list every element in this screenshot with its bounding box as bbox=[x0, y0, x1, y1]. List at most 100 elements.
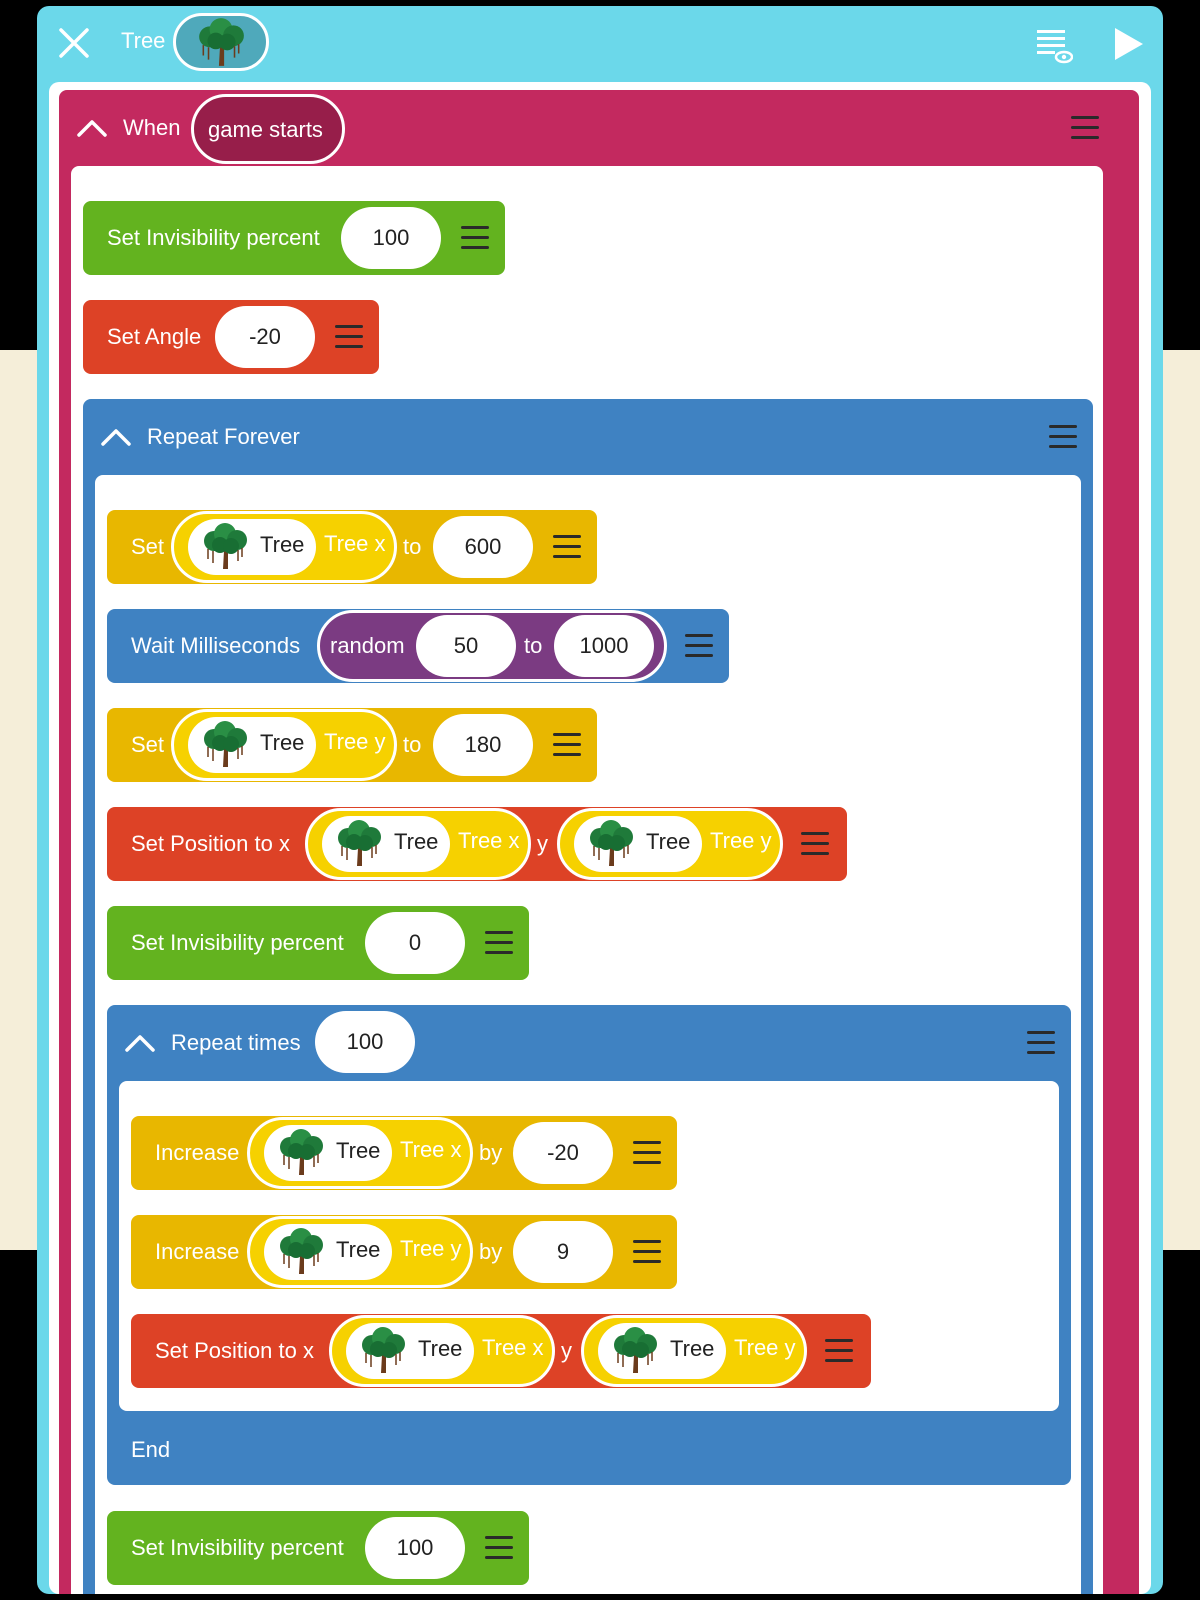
variable-name: Tree x bbox=[482, 1335, 544, 1360]
menu-icon[interactable] bbox=[633, 1141, 661, 1165]
trigger-label: game starts bbox=[208, 117, 323, 142]
block-label: Set Invisibility percent bbox=[107, 225, 320, 250]
menu-icon[interactable] bbox=[633, 1240, 661, 1264]
value-field[interactable]: -20 bbox=[513, 1122, 613, 1184]
repeat-times-body: Increase Tree Tree x by -20 Increase Tre… bbox=[119, 1081, 1059, 1411]
when-body: Set Invisibility percent 100 Set Angle -… bbox=[71, 166, 1103, 1594]
y-label: y bbox=[537, 831, 548, 856]
tree-icon bbox=[276, 1228, 326, 1274]
variable-name: Tree x bbox=[458, 828, 520, 853]
menu-icon[interactable] bbox=[485, 931, 513, 955]
menu-icon[interactable] bbox=[485, 1536, 513, 1560]
repeat-times-block[interactable]: Repeat times 100 Increase Tree Tree x by… bbox=[107, 1005, 1071, 1485]
increase-variable-block[interactable]: Increase Tree Tree x by -20 bbox=[131, 1116, 677, 1190]
variable-pill[interactable]: Tree Tree x bbox=[305, 808, 531, 880]
block-label: Repeat Forever bbox=[147, 424, 300, 449]
random-pill[interactable]: random 50 to 1000 bbox=[317, 610, 667, 682]
set-angle-block[interactable]: Set Angle -20 bbox=[83, 300, 379, 374]
variable-pill[interactable]: Tree Tree y bbox=[557, 808, 783, 880]
repeat-forever-block[interactable]: Repeat Forever Set Tree Tree x to 600 Wa… bbox=[83, 399, 1093, 1594]
min-field[interactable]: 50 bbox=[416, 615, 516, 677]
to-label: to bbox=[403, 732, 422, 757]
object-name: Tree bbox=[260, 730, 305, 755]
object-name: Tree bbox=[336, 1237, 381, 1262]
menu-icon[interactable] bbox=[335, 325, 363, 349]
variable-name: Tree y bbox=[324, 729, 386, 754]
menu-icon[interactable] bbox=[825, 1339, 853, 1363]
menu-icon[interactable] bbox=[685, 634, 713, 658]
value-field[interactable]: 180 bbox=[433, 714, 533, 776]
code-area: When game starts Set Invisibility percen… bbox=[49, 82, 1151, 1594]
wait-block[interactable]: Wait Milliseconds random 50 to 1000 bbox=[107, 609, 729, 683]
variable-pill[interactable]: Tree Tree x bbox=[171, 511, 397, 583]
menu-icon[interactable] bbox=[1071, 116, 1099, 140]
block-label: Repeat times bbox=[171, 1030, 301, 1055]
to-label: to bbox=[403, 534, 422, 559]
set-invisibility-block[interactable]: Set Invisibility percent 100 bbox=[107, 1511, 529, 1585]
variable-pill[interactable]: Tree Tree x bbox=[247, 1117, 473, 1189]
block-label: Set Invisibility percent bbox=[131, 930, 344, 955]
menu-icon[interactable] bbox=[801, 832, 829, 856]
menu-icon[interactable] bbox=[553, 733, 581, 757]
end-label: End bbox=[131, 1437, 171, 1462]
when-label: When bbox=[123, 115, 181, 140]
variable-pill[interactable]: Tree Tree y bbox=[171, 709, 397, 781]
block-label: Set bbox=[131, 534, 165, 559]
variable-name: Tree y bbox=[400, 1236, 462, 1261]
value-field[interactable]: -20 bbox=[215, 306, 315, 368]
collapse-chevron-icon[interactable] bbox=[77, 119, 107, 137]
block-label: Set Angle bbox=[107, 324, 202, 349]
menu-icon[interactable] bbox=[553, 535, 581, 559]
value-field[interactable]: 0 bbox=[365, 912, 465, 974]
variable-name: Tree y bbox=[734, 1335, 796, 1360]
trigger-dropdown[interactable]: game starts bbox=[191, 94, 345, 164]
menu-icon[interactable] bbox=[461, 226, 489, 250]
random-label: random bbox=[330, 633, 405, 658]
variable-pill[interactable]: Tree Tree x bbox=[329, 1315, 555, 1387]
variable-pill[interactable]: Tree Tree y bbox=[247, 1216, 473, 1288]
block-label: Set Position to x bbox=[131, 831, 290, 856]
script-editor-panel: Tree When game starts Set Invisibility p… bbox=[37, 6, 1163, 1594]
variable-name: Tree y bbox=[710, 828, 772, 853]
variable-pill[interactable]: Tree Tree y bbox=[581, 1315, 807, 1387]
value-field[interactable]: 600 bbox=[433, 516, 533, 578]
tree-icon bbox=[200, 523, 250, 569]
object-name: Tree bbox=[260, 532, 305, 557]
block-label: Set Position to x bbox=[155, 1338, 314, 1363]
object-name: Tree bbox=[646, 829, 691, 854]
value-field[interactable]: 100 bbox=[341, 207, 441, 269]
set-variable-block[interactable]: Set Tree Tree x to 600 bbox=[107, 510, 597, 584]
block-label: Increase bbox=[155, 1239, 240, 1264]
tree-icon bbox=[586, 820, 636, 866]
object-name: Tree bbox=[394, 829, 439, 854]
set-position-block[interactable]: Set Position to x Tree Tree x y Tree Tre… bbox=[107, 807, 847, 881]
variable-name: Tree x bbox=[400, 1137, 462, 1162]
value-field[interactable]: 9 bbox=[513, 1221, 613, 1283]
block-label: Increase bbox=[155, 1140, 240, 1165]
set-invisibility-block[interactable]: Set Invisibility percent 0 bbox=[107, 906, 529, 980]
increase-variable-block[interactable]: Increase Tree Tree y by 9 bbox=[131, 1215, 677, 1289]
collapse-chevron-icon[interactable] bbox=[125, 1034, 155, 1052]
close-icon[interactable] bbox=[57, 26, 91, 60]
document-eye-icon[interactable] bbox=[1035, 28, 1073, 64]
menu-icon[interactable] bbox=[1027, 1031, 1055, 1055]
object-name: Tree bbox=[418, 1336, 463, 1361]
play-icon[interactable] bbox=[1111, 26, 1145, 62]
object-thumbnail-button[interactable] bbox=[173, 13, 269, 71]
tree-icon bbox=[610, 1327, 660, 1373]
tree-icon bbox=[358, 1327, 408, 1373]
collapse-chevron-icon[interactable] bbox=[101, 428, 131, 446]
set-variable-block[interactable]: Set Tree Tree y to 180 bbox=[107, 708, 597, 782]
max-field[interactable]: 1000 bbox=[554, 615, 654, 677]
menu-icon[interactable] bbox=[1049, 425, 1077, 449]
object-name: Tree bbox=[670, 1336, 715, 1361]
set-invisibility-block[interactable]: Set Invisibility percent 100 bbox=[83, 201, 505, 275]
tree-icon bbox=[276, 1129, 326, 1175]
block-label: Set Invisibility percent bbox=[131, 1535, 344, 1560]
value-field[interactable]: 100 bbox=[315, 1011, 415, 1073]
object-title: Tree bbox=[121, 28, 166, 53]
tree-icon bbox=[195, 18, 247, 66]
repeat-forever-body: Set Tree Tree x to 600 Wait Milliseconds bbox=[95, 475, 1081, 1594]
value-field[interactable]: 100 bbox=[365, 1517, 465, 1579]
set-position-block[interactable]: Set Position to x Tree Tree x y Tree Tre… bbox=[131, 1314, 871, 1388]
